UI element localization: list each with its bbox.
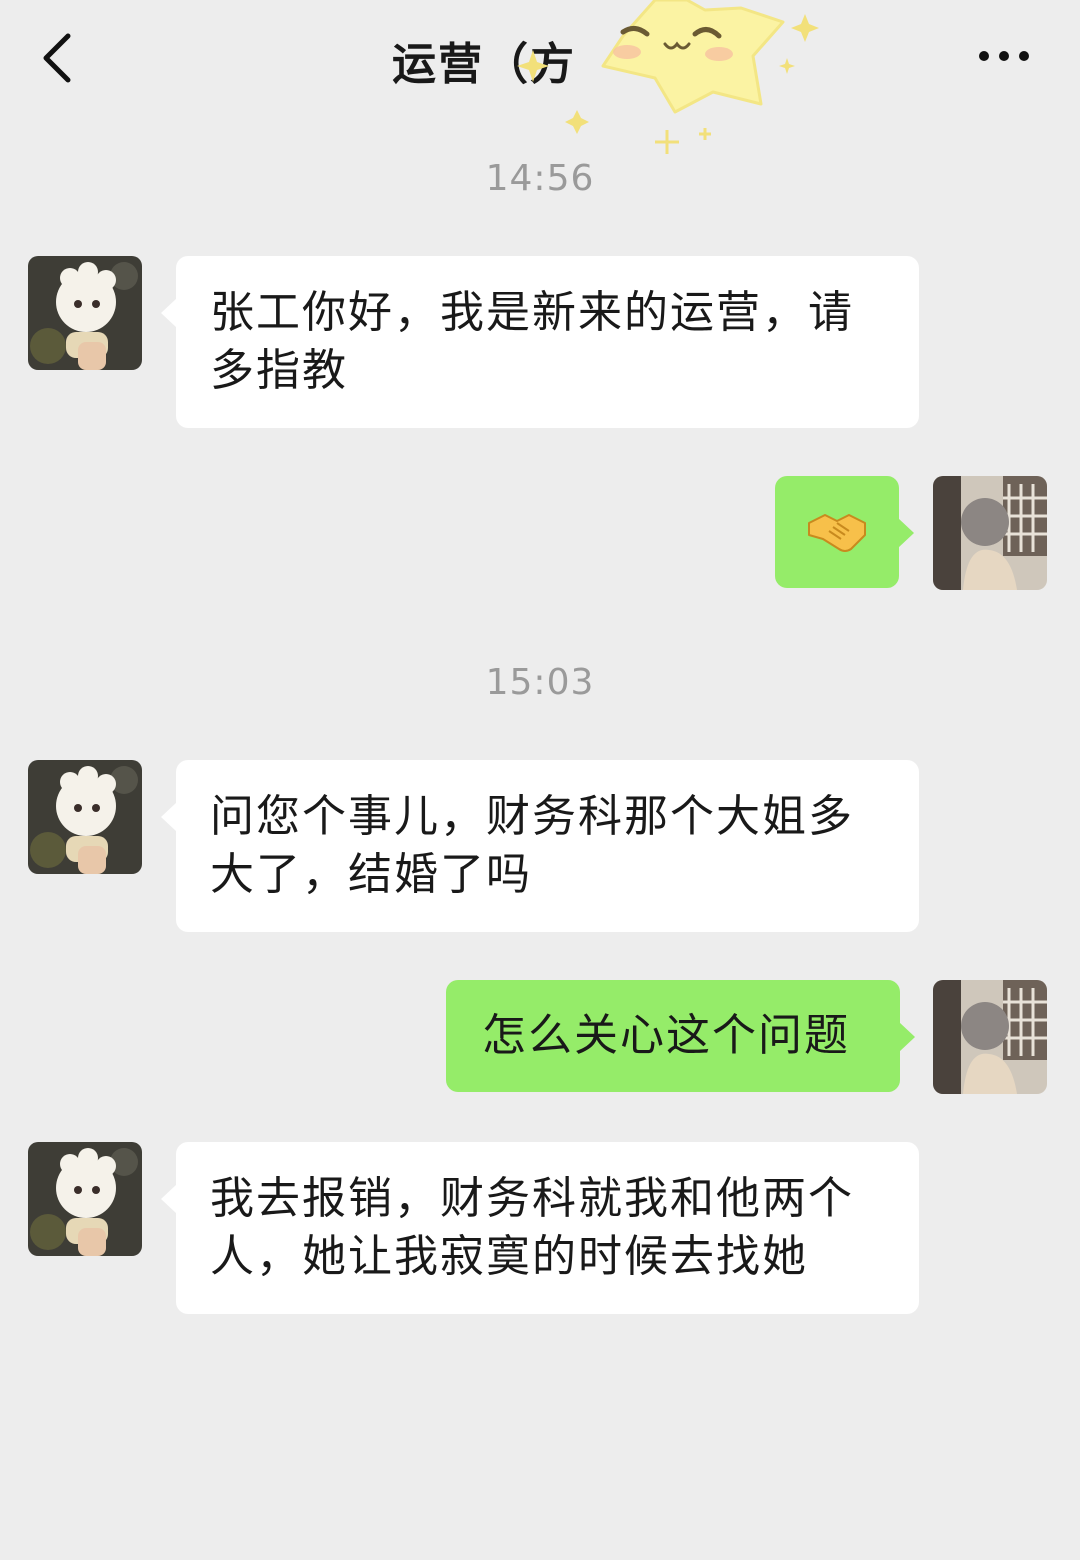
- message-bubble-outgoing[interactable]: 怎么关心这个问题: [446, 980, 915, 1092]
- back-button[interactable]: [36, 30, 84, 90]
- chevron-left-icon: [43, 33, 71, 83]
- chat-title: 运营（方: [392, 39, 576, 90]
- contact-avatar[interactable]: [28, 1142, 142, 1256]
- timestamp: 15:03: [485, 662, 595, 703]
- cartoon-sheep-avatar-image: [28, 256, 142, 370]
- user-photo-avatar-image: [933, 980, 1047, 1094]
- timestamp: 14:56: [485, 158, 595, 199]
- message-bubble-incoming[interactable]: 问您个事儿，财务科那个大姐多大了，结婚了吗: [161, 760, 919, 932]
- my-avatar[interactable]: [933, 476, 1047, 590]
- my-avatar[interactable]: [933, 980, 1047, 1094]
- chat-header: 运营（方: [0, 0, 1080, 120]
- handshake-emoji: [808, 514, 866, 552]
- contact-avatar[interactable]: [28, 760, 142, 874]
- cartoon-sheep-avatar-image: [28, 760, 142, 874]
- cartoon-sheep-avatar-image: [28, 1142, 142, 1256]
- message-bubble-incoming[interactable]: 我去报销，财务科就我和他两个人，她让我寂寞的时候去找她: [161, 1142, 919, 1314]
- message-bubble-incoming[interactable]: 张工你好，我是新来的运营，请多指教: [161, 256, 919, 428]
- more-options-button[interactable]: [972, 34, 1036, 78]
- contact-avatar[interactable]: [28, 256, 142, 370]
- message-bubble-outgoing[interactable]: [775, 476, 914, 588]
- more-dots-icon: [979, 51, 1029, 61]
- user-photo-avatar-image: [933, 476, 1047, 590]
